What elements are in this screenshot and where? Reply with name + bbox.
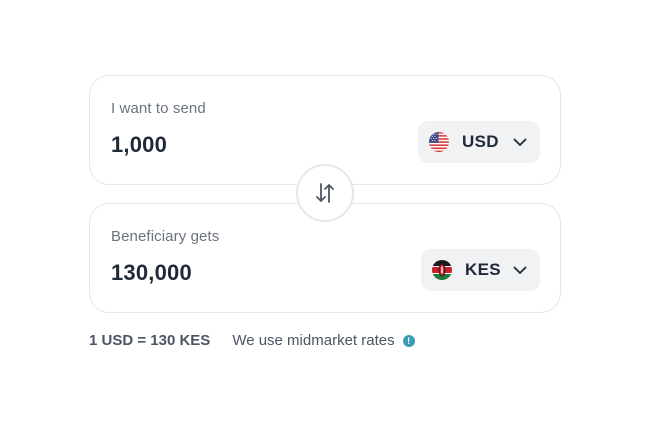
receive-currency-code: KES	[465, 260, 501, 279]
receive-label: Beneficiary gets	[111, 228, 220, 245]
exchange-rate-text: 1 USD = 130 KES	[89, 332, 211, 349]
chevron-down-icon	[513, 138, 527, 146]
midmarket-note: We use midmarket rates	[232, 332, 395, 349]
send-amount-input[interactable]	[111, 128, 371, 162]
receive-currency-select[interactable]: KES	[421, 249, 540, 291]
receive-amount-input[interactable]	[111, 256, 371, 290]
kenya-flag-icon	[432, 260, 452, 280]
currency-converter: I want to send 1,000 USD Beneficiary get…	[0, 0, 652, 426]
us-flag-icon	[429, 132, 449, 152]
send-currency-select[interactable]: USD	[418, 121, 540, 163]
info-icon[interactable]: !	[402, 334, 415, 347]
exchange-rate-row: 1 USD = 130 KES We use midmarket rates !	[89, 332, 415, 349]
send-label: I want to send	[111, 100, 206, 117]
swap-currencies-button[interactable]	[296, 164, 354, 222]
chevron-down-icon	[513, 266, 527, 274]
send-currency-code: USD	[462, 132, 499, 151]
swap-arrows-icon	[316, 183, 334, 203]
